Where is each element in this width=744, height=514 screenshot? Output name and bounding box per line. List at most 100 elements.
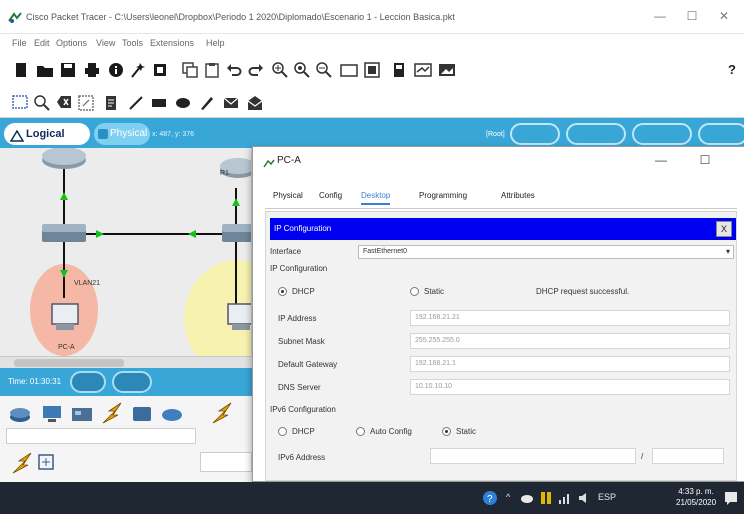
minimize-button[interactable]: — bbox=[650, 9, 670, 23]
close-button[interactable]: ✕ bbox=[714, 9, 734, 23]
static-radio[interactable] bbox=[410, 287, 419, 296]
router-left-icon bbox=[42, 148, 86, 169]
cable-selected-icon[interactable] bbox=[210, 402, 234, 424]
connections-icon[interactable] bbox=[100, 402, 124, 424]
root-label[interactable]: [Root] bbox=[486, 131, 505, 138]
ipv6-dhcp-radio[interactable] bbox=[278, 427, 287, 436]
show-hidden-icons-icon[interactable]: ^ bbox=[506, 492, 510, 502]
subnet-mask-field[interactable]: 255.255.255.0 bbox=[410, 333, 730, 349]
logical-canvas[interactable]: R1 VLAN21 PC-A bbox=[0, 148, 252, 356]
volume-icon[interactable] bbox=[578, 492, 592, 504]
print-icon[interactable] bbox=[84, 62, 100, 78]
interface-select[interactable]: FastEthernet0 ▾ bbox=[358, 245, 734, 259]
viewport-button[interactable] bbox=[698, 123, 744, 145]
taskbar-clock[interactable]: 4:33 p. m. 21/05/2020 bbox=[676, 486, 716, 508]
draw-line-icon[interactable] bbox=[128, 95, 144, 111]
tab-physical[interactable]: Physical bbox=[94, 123, 150, 145]
viewport-icon[interactable] bbox=[392, 62, 406, 78]
undo-icon[interactable] bbox=[226, 62, 242, 78]
scrollbar-thumb[interactable] bbox=[14, 359, 124, 367]
help-button[interactable]: ? bbox=[728, 62, 736, 77]
note-icon[interactable] bbox=[104, 95, 118, 111]
inspect-icon[interactable] bbox=[34, 95, 50, 111]
open-folder-icon[interactable] bbox=[36, 62, 54, 78]
image-icon[interactable] bbox=[438, 62, 456, 78]
notifications-icon[interactable] bbox=[724, 491, 738, 505]
auto-connection-icon[interactable] bbox=[10, 452, 32, 474]
zoom-in-icon[interactable] bbox=[272, 62, 288, 78]
select-icon[interactable] bbox=[12, 95, 28, 109]
wizard-icon[interactable] bbox=[130, 62, 146, 78]
packet-tracer-logo-icon bbox=[8, 11, 22, 23]
menu-extensions[interactable]: Extensions bbox=[150, 38, 194, 48]
dns-server-label: DNS Server bbox=[278, 383, 321, 392]
link-up-indicator bbox=[232, 198, 240, 206]
menu-tools[interactable]: Tools bbox=[122, 38, 143, 48]
tab-desktop[interactable]: Desktop bbox=[361, 191, 391, 205]
app-tray-icon[interactable] bbox=[540, 491, 552, 505]
freeform-icon[interactable] bbox=[198, 95, 214, 111]
network-devices-icon[interactable] bbox=[8, 404, 32, 424]
add-complex-pdu-icon[interactable] bbox=[246, 95, 264, 111]
paste-icon[interactable] bbox=[204, 62, 220, 78]
multiuser-icon[interactable] bbox=[160, 404, 184, 424]
end-devices-icon[interactable] bbox=[40, 404, 64, 424]
copy-icon[interactable] bbox=[182, 62, 198, 78]
ip-configuration-title: IP Configuration bbox=[274, 224, 332, 233]
dhcp-radio[interactable] bbox=[278, 287, 287, 296]
custom-devices-icon[interactable] bbox=[364, 62, 380, 78]
tab-logical[interactable]: Logical bbox=[4, 123, 90, 145]
components-icon[interactable] bbox=[70, 404, 94, 424]
dialog-minimize-button[interactable]: — bbox=[651, 153, 671, 167]
menu-edit[interactable]: Edit bbox=[34, 38, 50, 48]
language-indicator[interactable]: ESP bbox=[598, 492, 616, 502]
info-icon[interactable] bbox=[108, 62, 124, 78]
save-icon[interactable] bbox=[60, 62, 76, 78]
ip-address-field[interactable]: 192.168.21.21 bbox=[410, 310, 730, 326]
zoom-reset-icon[interactable] bbox=[294, 62, 310, 78]
dns-server-field[interactable]: 10.10.10.10 bbox=[410, 379, 730, 395]
zoom-out-icon[interactable] bbox=[316, 62, 332, 78]
resize-icon[interactable] bbox=[78, 95, 94, 111]
set-tiled-background-button[interactable] bbox=[632, 123, 692, 145]
ipv6-static-radio[interactable] bbox=[442, 427, 451, 436]
window-title: Cisco Packet Tracer - C:\Users\leonel\Dr… bbox=[26, 12, 455, 22]
console-cable-icon[interactable] bbox=[38, 454, 54, 470]
tab-physical-config[interactable]: Physical bbox=[273, 191, 303, 200]
tab-attributes[interactable]: Attributes bbox=[501, 191, 535, 200]
network-icon[interactable] bbox=[558, 492, 572, 504]
menu-view[interactable]: View bbox=[96, 38, 115, 48]
redo-icon[interactable] bbox=[248, 62, 264, 78]
menu-options[interactable]: Options bbox=[56, 38, 87, 48]
new-file-icon[interactable] bbox=[14, 62, 28, 78]
ip-configuration-panel: IP Configuration X Interface FastEtherne… bbox=[265, 211, 737, 481]
ipv6-prefix-field[interactable] bbox=[652, 448, 724, 464]
draw-ellipse-icon[interactable] bbox=[174, 95, 192, 111]
menu-help[interactable]: Help bbox=[206, 38, 225, 48]
help-tray-icon[interactable]: ? bbox=[482, 490, 498, 506]
ipv6-address-field[interactable] bbox=[430, 448, 636, 464]
drawing-palette-icon[interactable] bbox=[340, 62, 358, 78]
ip-config-close-button[interactable]: X bbox=[716, 221, 732, 237]
canvas-horizontal-scrollbar[interactable] bbox=[0, 356, 252, 368]
ipv6-auto-config-radio[interactable] bbox=[356, 427, 365, 436]
network-info-icon[interactable] bbox=[152, 62, 168, 78]
new-cluster-button[interactable] bbox=[510, 123, 560, 145]
default-gateway-field[interactable]: 192.168.21.1 bbox=[410, 356, 730, 372]
cloud-icon[interactable] bbox=[520, 493, 534, 503]
delete-icon[interactable] bbox=[56, 95, 72, 109]
maximize-button[interactable]: ☐ bbox=[682, 9, 702, 23]
fast-forward-button[interactable] bbox=[112, 371, 152, 393]
menu-file[interactable]: File bbox=[12, 38, 27, 48]
interface-value: FastEthernet0 bbox=[363, 248, 407, 255]
power-cycle-button[interactable] bbox=[70, 371, 106, 393]
tab-config[interactable]: Config bbox=[319, 191, 342, 200]
move-object-button[interactable] bbox=[566, 123, 626, 145]
dialog-maximize-button[interactable]: ☐ bbox=[695, 153, 715, 167]
device-list-scroll[interactable] bbox=[200, 452, 252, 472]
add-simple-pdu-icon[interactable] bbox=[222, 95, 240, 111]
miscellaneous-icon[interactable] bbox=[130, 404, 154, 424]
tab-programming[interactable]: Programming bbox=[419, 191, 467, 200]
network-view-icon[interactable] bbox=[414, 62, 432, 78]
draw-rectangle-icon[interactable] bbox=[150, 95, 168, 111]
